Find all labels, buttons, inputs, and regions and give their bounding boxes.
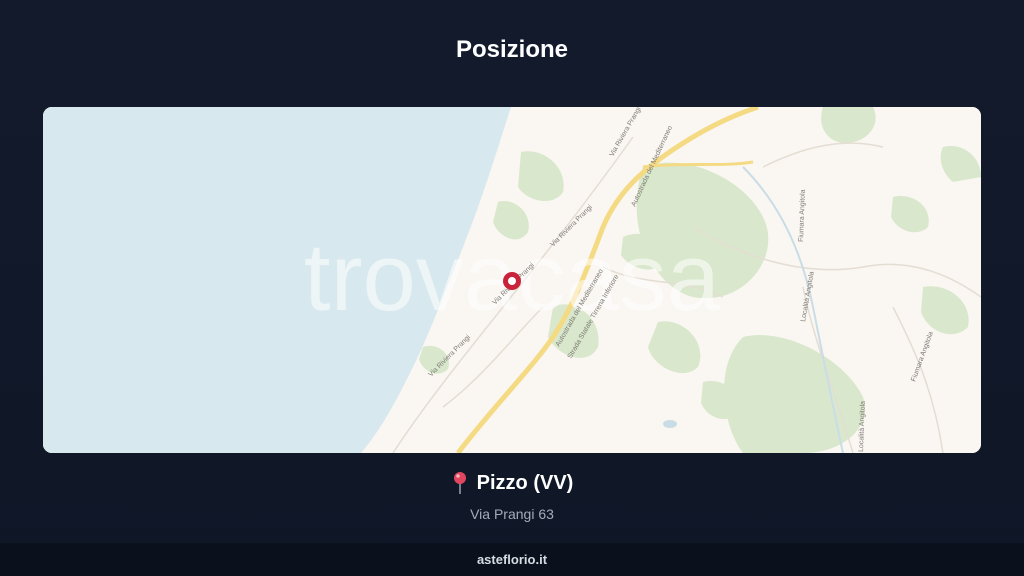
address: Via Prangi 63: [470, 506, 554, 522]
page-title: Posizione: [455, 36, 569, 63]
map[interactable]: trovacasa Via Riviera Prangi Via Riviera…: [43, 107, 981, 453]
location-info: Pizzo (VV) Via Prangi 63: [0, 471, 1024, 522]
lake: [663, 420, 677, 428]
place-line: Pizzo (VV): [451, 471, 574, 495]
location-marker[interactable]: [503, 272, 521, 290]
place-name: Pizzo (VV): [476, 471, 574, 494]
footer-brand: asteflorio.it: [0, 543, 1024, 576]
map-canvas[interactable]: trovacasa Via Riviera Prangi Via Riviera…: [43, 107, 981, 453]
map-pin-icon: [451, 471, 469, 495]
